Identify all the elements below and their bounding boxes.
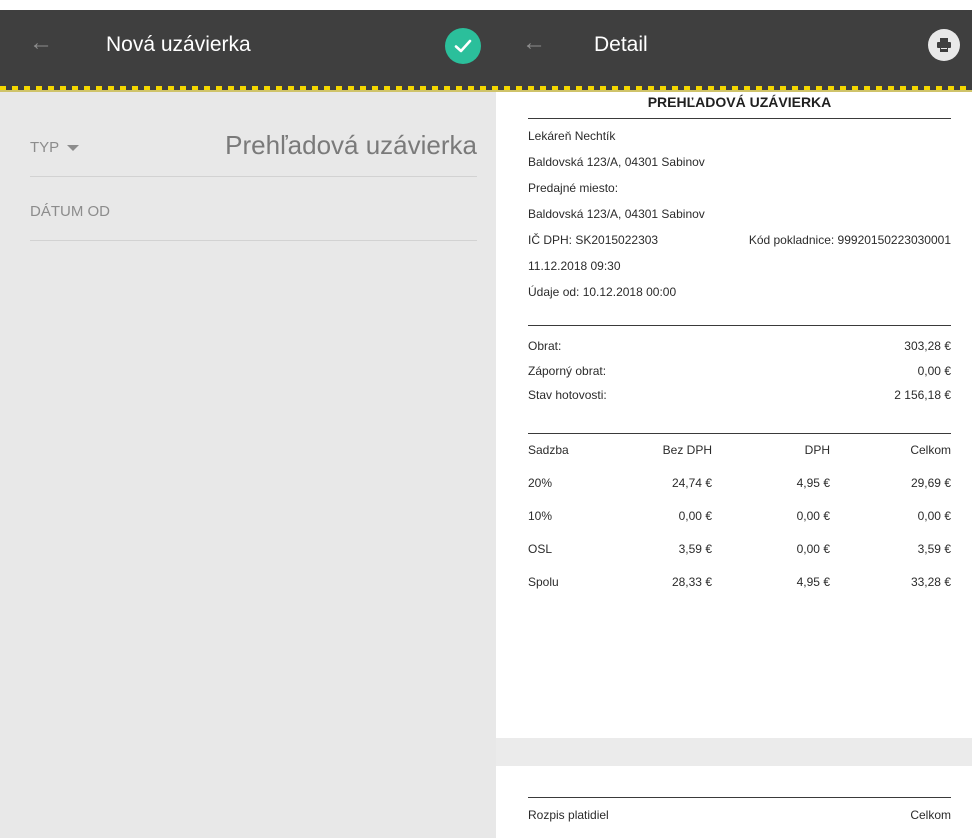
typ-label-text: TYP [30,139,60,156]
vat-row-tax: 4,95 € [796,476,830,490]
payments-total-label: Celkom [910,808,951,822]
vat-row-total: 33,28 € [910,575,951,589]
summary-label-stav-hotovosti: Stav hotovosti: [528,388,607,402]
left-screen-title: Nová uzávierka [106,33,251,56]
dropdown-caret-icon[interactable] [67,145,80,152]
confirm-check-button[interactable] [445,28,481,64]
vat-row-rate: Spolu [528,575,559,589]
print-button[interactable] [928,29,960,61]
summary-label-zaporny-obrat: Záporný obrat: [528,364,607,378]
vat-row-tax: 0,00 € [796,509,830,523]
summary-divider [528,325,951,326]
vat-row-base: 0,00 € [678,509,712,523]
typ-field[interactable]: TYP Prehľadová uzávierka [30,125,477,177]
ic-dph: IČ DPH: SK2015022303 [528,233,659,247]
vat-header-sadzba: Sadzba [528,443,569,457]
vat-row-base: 28,33 € [671,575,712,589]
vat-row-tax: 0,00 € [796,542,830,556]
vat-row-rate: 20% [528,476,553,490]
detail-document-panel [496,92,972,838]
page-separator [496,738,972,766]
vat-row-total: 0,00 € [917,509,951,523]
company-name: Lekáreň Nechtík [528,129,616,143]
summary-label-obrat: Obrat: [528,339,562,353]
datum-od-field[interactable]: DÁTUM OD [30,186,477,241]
summary-value-obrat: 303,28 € [904,339,951,353]
back-arrow-icon[interactable]: ← [28,30,54,56]
new-closure-form: TYP Prehľadová uzávierka DÁTUM OD [0,92,496,838]
vat-header-dph: DPH [804,443,830,457]
vat-row-rate: 10% [528,509,553,523]
sale-point-address: Baldovská 123/A, 04301 Sabinov [528,207,705,221]
company-address: Baldovská 123/A, 04301 Sabinov [528,155,705,169]
sale-point-label: Predajné miesto: [528,181,619,195]
vat-row-total: 3,59 € [917,542,951,556]
vat-row-total: 29,69 € [910,476,951,490]
data-from: Údaje od: 10.12.2018 00:00 [528,285,677,299]
vat-row-tax: 4,95 € [796,575,830,589]
heading-divider [528,118,951,119]
typ-value[interactable]: Prehľadová uzávierka [225,130,477,161]
vat-row-base: 24,74 € [671,476,712,490]
report-datetime: 11.12.2018 09:30 [528,259,621,273]
datum-od-label: DÁTUM OD [30,203,110,220]
typ-label: TYP [30,139,80,156]
vat-row-rate: OSL [528,542,553,556]
summary-value-zaporny-obrat: 0,00 € [917,364,951,378]
payments-divider [528,797,951,798]
printer-icon [937,38,951,52]
check-icon [454,39,472,53]
kod-pokladnice: Kód pokladnice: 99920150223030001 [748,233,951,247]
detail-back-arrow-icon[interactable]: ← [521,30,547,56]
document-heading: PREHĽADOVÁ UZÁVIERKA [647,94,832,110]
vat-table-divider [528,433,951,434]
vat-header-bez-dph: Bez DPH [662,443,712,457]
payments-label: Rozpis platidiel [528,808,609,822]
summary-value-stav-hotovosti: 2 156,18 € [894,388,951,402]
vat-row-base: 3,59 € [678,542,712,556]
right-screen-title: Detail [594,33,648,56]
vat-header-celkom: Celkom [910,443,951,457]
